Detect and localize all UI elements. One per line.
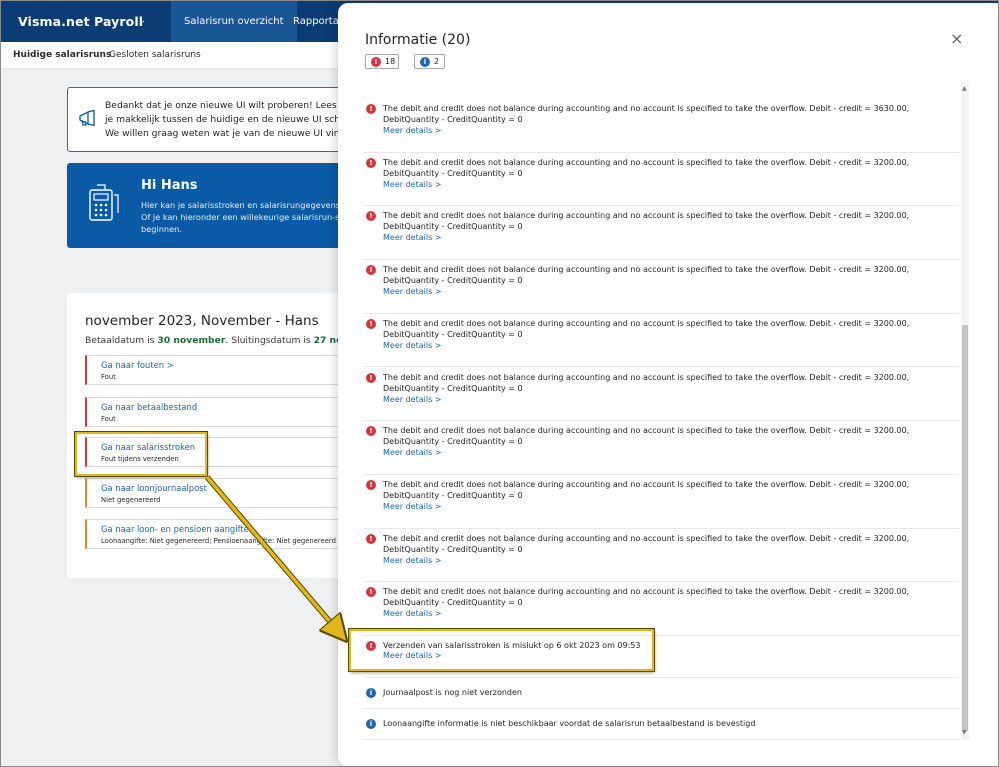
run-dates: Betaaldatum is 30 november. Sluitingsdat… xyxy=(85,335,371,346)
error-icon: ! xyxy=(366,479,376,490)
chevron-down-icon[interactable]: ⌄ xyxy=(138,15,146,26)
more-details-link[interactable]: Meer details > xyxy=(383,395,441,404)
error-icon: ! xyxy=(366,265,376,276)
message-text: The debit and credit does not balance du… xyxy=(383,211,910,232)
banner-text: Bedankt dat je onze nieuwe UI wilt probe… xyxy=(105,99,363,141)
tab-huidige-salarisruns[interactable]: Huidige salarisruns xyxy=(13,50,111,60)
step-status: Fout xyxy=(101,373,116,381)
error-message-row: ! The debit and credit does not balance d… xyxy=(364,582,959,636)
more-details-link[interactable]: Meer details > xyxy=(383,287,441,296)
step-link[interactable]: Ga naar betaalbestand xyxy=(101,402,197,412)
app-window: Visma.net Payroll ⌄ Salarisrun overzicht… xyxy=(0,0,999,767)
close-date-label: . Sluitingsdatum is xyxy=(225,335,311,346)
banner-line: We willen graag weten wat je van de nieu… xyxy=(105,128,363,139)
step-fouten[interactable]: Ga naar fouten > Fout xyxy=(85,355,357,385)
error-message-row: ! The debit and credit does not balance d… xyxy=(364,99,959,153)
scrollbar-thumb[interactable] xyxy=(962,325,968,731)
info-count-badge[interactable]: i 2 xyxy=(414,54,445,69)
error-message-row: ! The debit and credit does not balance d… xyxy=(364,314,959,368)
error-icon: ! xyxy=(366,104,376,114)
error-icon: ! xyxy=(366,372,376,383)
banner-line: je makkelijk tussen de huidige en de nie… xyxy=(105,114,357,125)
info-count: 2 xyxy=(434,57,440,66)
message-text: The debit and credit does not balance du… xyxy=(383,265,910,286)
scroll-down-icon[interactable]: ▼ xyxy=(962,729,967,736)
close-icon[interactable]: × xyxy=(950,31,963,47)
megaphone-icon xyxy=(78,109,98,130)
step-loon-pensioen-aangifte[interactable]: Ga naar loon- en pensioen aangifte Loona… xyxy=(85,519,357,549)
step-status: Loonaangifte: Niet gegenereerd; Pensioen… xyxy=(101,537,336,545)
message-text: Journaalpost is nog niet verzonden xyxy=(383,688,522,697)
panel-title: Informatie (20) xyxy=(365,32,471,48)
step-link[interactable]: Ga naar loonjournaalpost xyxy=(101,483,207,493)
tab-salarisrun-overzicht[interactable]: Salarisrun overzicht xyxy=(171,1,297,42)
step-loonjournaalpost[interactable]: Ga naar loonjournaalpost Niet gegenereer… xyxy=(85,478,357,508)
info-icon: i xyxy=(366,719,376,729)
more-details-link[interactable]: Meer details > xyxy=(383,180,441,189)
info-message-row: i Loonaangifte informatie is niet beschik… xyxy=(364,709,959,740)
more-details-link[interactable]: Meer details > xyxy=(383,341,441,350)
error-count: 18 xyxy=(385,57,396,66)
welcome-line: beginnen. xyxy=(141,224,182,234)
welcome-line: Hier kan je salarisstroken en salarisrun… xyxy=(141,200,358,210)
error-message-row: ! The debit and credit does not balance d… xyxy=(364,153,959,207)
banner-line: Bedankt dat je onze nieuwe UI wilt probe… xyxy=(105,100,356,111)
message-text: The debit and credit does not balance du… xyxy=(383,426,910,447)
welcome-card: Hi Hans Hier kan je salarisstroken en sa… xyxy=(67,163,358,248)
annotation-highlight-salarisstroken xyxy=(75,432,207,476)
pay-date: 30 november xyxy=(157,335,226,346)
error-icon: ! xyxy=(366,426,376,437)
step-status: Fout xyxy=(101,415,116,423)
welcome-text: Hier kan je salarisstroken en salarisrun… xyxy=(141,199,358,235)
error-message-row: ! The debit and credit does not balance d… xyxy=(364,368,959,422)
error-message-row: ! The debit and credit does not balance d… xyxy=(364,529,959,583)
feedback-banner: Bedankt dat je onze nieuwe UI wilt probe… xyxy=(67,87,363,152)
more-details-link[interactable]: Meer details > xyxy=(383,502,441,511)
payroll-calculator-icon xyxy=(87,183,121,227)
step-link[interactable]: Ga naar fouten > xyxy=(101,360,174,370)
step-status: Niet gegenereerd xyxy=(101,496,161,504)
message-text: The debit and credit does not balance du… xyxy=(383,372,910,393)
more-details-link[interactable]: Meer details > xyxy=(383,448,441,457)
annotation-highlight-send-error xyxy=(349,629,654,671)
welcome-title: Hi Hans xyxy=(141,178,198,193)
more-details-link[interactable]: Meer details > xyxy=(383,556,441,565)
more-details-link[interactable]: Meer details > xyxy=(383,233,441,242)
error-icon: ! xyxy=(366,157,376,168)
error-message-row: ! The debit and credit does not balance d… xyxy=(364,206,959,261)
message-text: Loonaangifte informatie is niet beschikb… xyxy=(383,719,756,728)
message-text: The debit and credit does not balance du… xyxy=(383,157,910,178)
error-message-row: ! The debit and credit does not balance d… xyxy=(364,421,959,475)
error-count-badge[interactable]: ! 18 xyxy=(365,54,399,69)
message-text: The debit and credit does not balance du… xyxy=(383,104,910,124)
error-icon: ! xyxy=(366,533,376,544)
error-icon: ! xyxy=(366,211,376,222)
step-betaalbestand[interactable]: Ga naar betaalbestand Fout xyxy=(85,397,357,427)
error-message-row: ! The debit and credit does not balance d… xyxy=(364,260,959,314)
app-brand[interactable]: Visma.net Payroll xyxy=(18,14,143,29)
error-icon: ! xyxy=(371,57,381,67)
more-details-link[interactable]: Meer details > xyxy=(383,126,441,135)
error-icon: ! xyxy=(366,318,376,329)
info-icon: i xyxy=(366,688,376,698)
error-message-row: ! The debit and credit does not balance d… xyxy=(364,475,959,529)
more-details-link[interactable]: Meer details > xyxy=(383,609,441,618)
message-text: The debit and credit does not balance du… xyxy=(383,533,910,554)
info-icon: i xyxy=(420,57,430,67)
scroll-up-icon[interactable]: ▲ xyxy=(962,85,967,92)
pay-date-label: Betaaldatum is xyxy=(85,335,155,346)
message-text: The debit and credit does not balance du… xyxy=(383,479,910,500)
tab-gesloten-salarisruns[interactable]: Gesloten salarisruns xyxy=(109,50,201,60)
message-text: The debit and credit does not balance du… xyxy=(383,587,910,608)
message-text: The debit and credit does not balance du… xyxy=(383,318,910,339)
error-icon: ! xyxy=(366,587,376,598)
step-link[interactable]: Ga naar loon- en pensioen aangifte xyxy=(101,524,249,534)
run-title: november 2023, November - Hans xyxy=(85,313,319,329)
welcome-line: Of je kan hieronder een willekeurige sal… xyxy=(141,212,353,222)
info-message-row: i Journaalpost is nog niet verzonden xyxy=(364,678,959,709)
